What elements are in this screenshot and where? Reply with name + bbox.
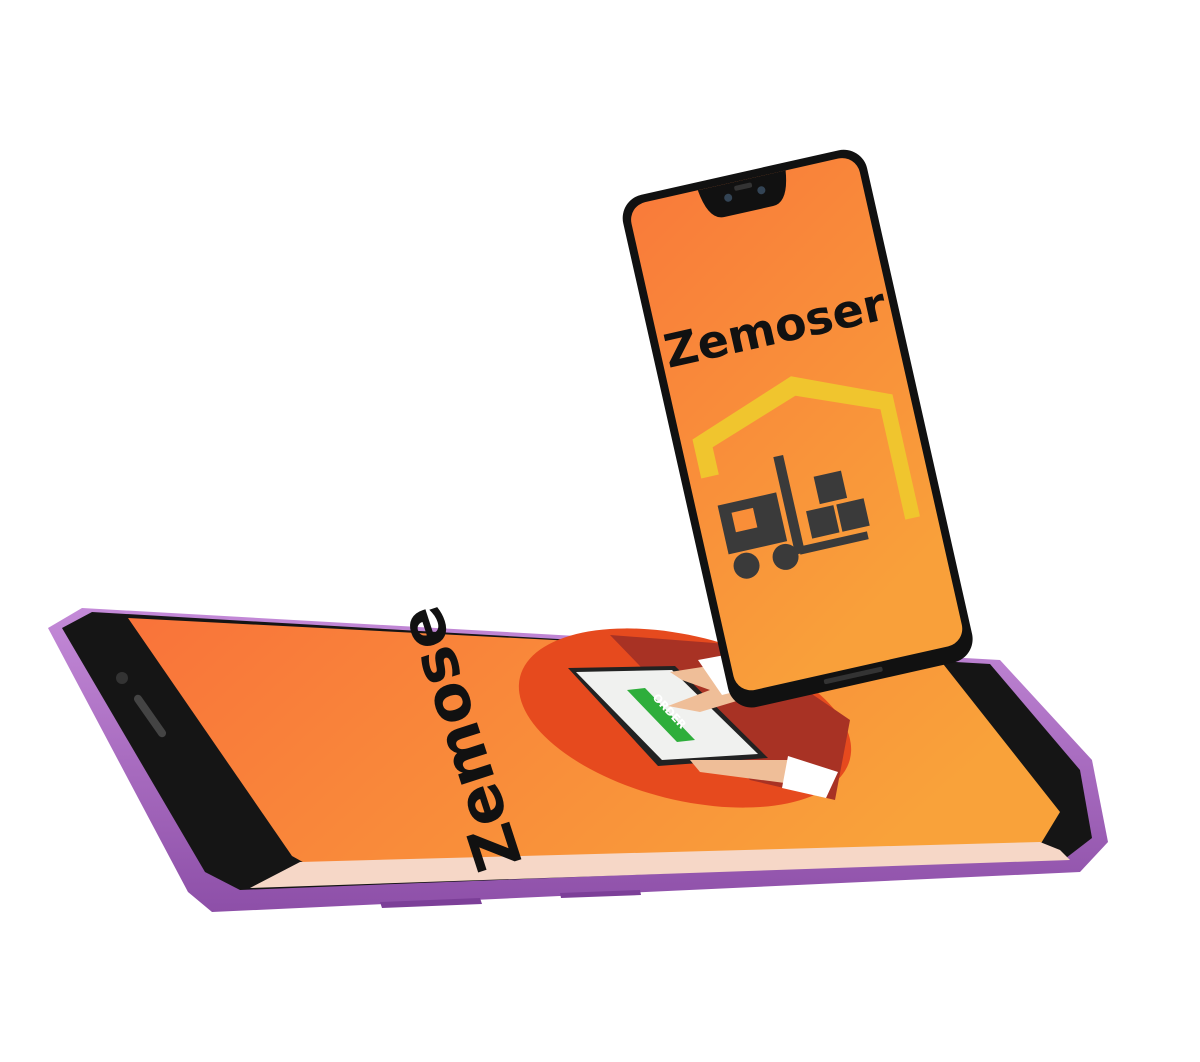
standing-phone: Zemoser — [622, 149, 973, 708]
camera-icon — [116, 672, 128, 684]
phone-screen — [631, 158, 963, 691]
product-showcase: ORDER Zemose Zemoser — [0, 0, 1200, 1062]
phones-illustration: ORDER Zemose Zemoser — [48, 149, 1108, 912]
